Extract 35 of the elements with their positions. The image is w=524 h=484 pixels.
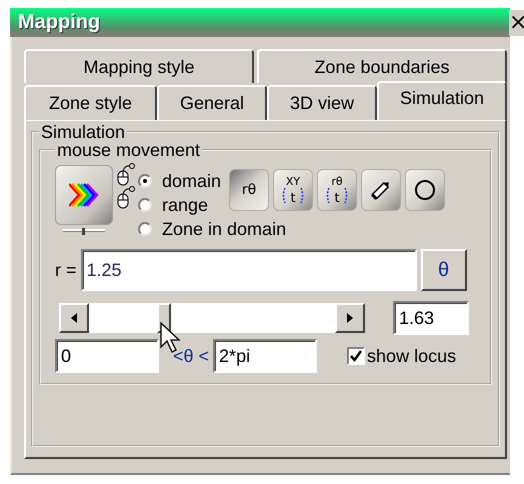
scroll-left-button[interactable] xyxy=(59,303,89,333)
range-label: <θ < xyxy=(173,346,210,366)
scroll-right-button[interactable] xyxy=(335,303,365,333)
min-field[interactable]: 0 xyxy=(55,339,159,373)
r-value-field[interactable]: 1.25 xyxy=(80,249,417,291)
theta-button[interactable]: θ xyxy=(420,249,467,291)
mouse-icon xyxy=(117,163,136,186)
window-title: Mapping xyxy=(18,11,100,34)
value-field[interactable]: 1.63 xyxy=(393,301,469,335)
radio-button[interactable]: Zone in domain xyxy=(138,217,446,241)
tab[interactable]: Zone style xyxy=(24,85,157,120)
group-label: Simulation xyxy=(40,123,126,141)
show-locus-checkbox[interactable]: show locus xyxy=(347,346,456,366)
max-field[interactable]: 2*pi xyxy=(213,339,318,373)
group-label: mouse movement xyxy=(56,141,202,159)
right-arrow-icon xyxy=(347,313,353,323)
mini-slider-icon xyxy=(62,227,106,235)
tool-button[interactable]: XY t xyxy=(273,169,314,211)
circle-icon xyxy=(413,178,438,202)
tool-button[interactable]: rθ t xyxy=(317,169,358,211)
chevrons-icon xyxy=(69,182,99,208)
r-label: r = xyxy=(55,260,77,280)
radio-button[interactable]: domain xyxy=(138,169,222,193)
tab[interactable]: 3D view xyxy=(267,85,377,120)
tool-button[interactable] xyxy=(361,169,402,211)
tool-button[interactable] xyxy=(405,169,446,211)
check-icon xyxy=(350,350,362,362)
tab[interactable]: Zone boundaries xyxy=(257,49,507,83)
tool-button[interactable]: rθ xyxy=(229,169,270,211)
tab[interactable]: General xyxy=(157,85,267,120)
left-arrow-icon xyxy=(71,313,77,323)
mouse-icon xyxy=(117,186,136,209)
tab[interactable]: Mapping style xyxy=(24,49,254,83)
play-button[interactable] xyxy=(55,165,113,225)
tab[interactable]: Simulation xyxy=(377,81,507,120)
